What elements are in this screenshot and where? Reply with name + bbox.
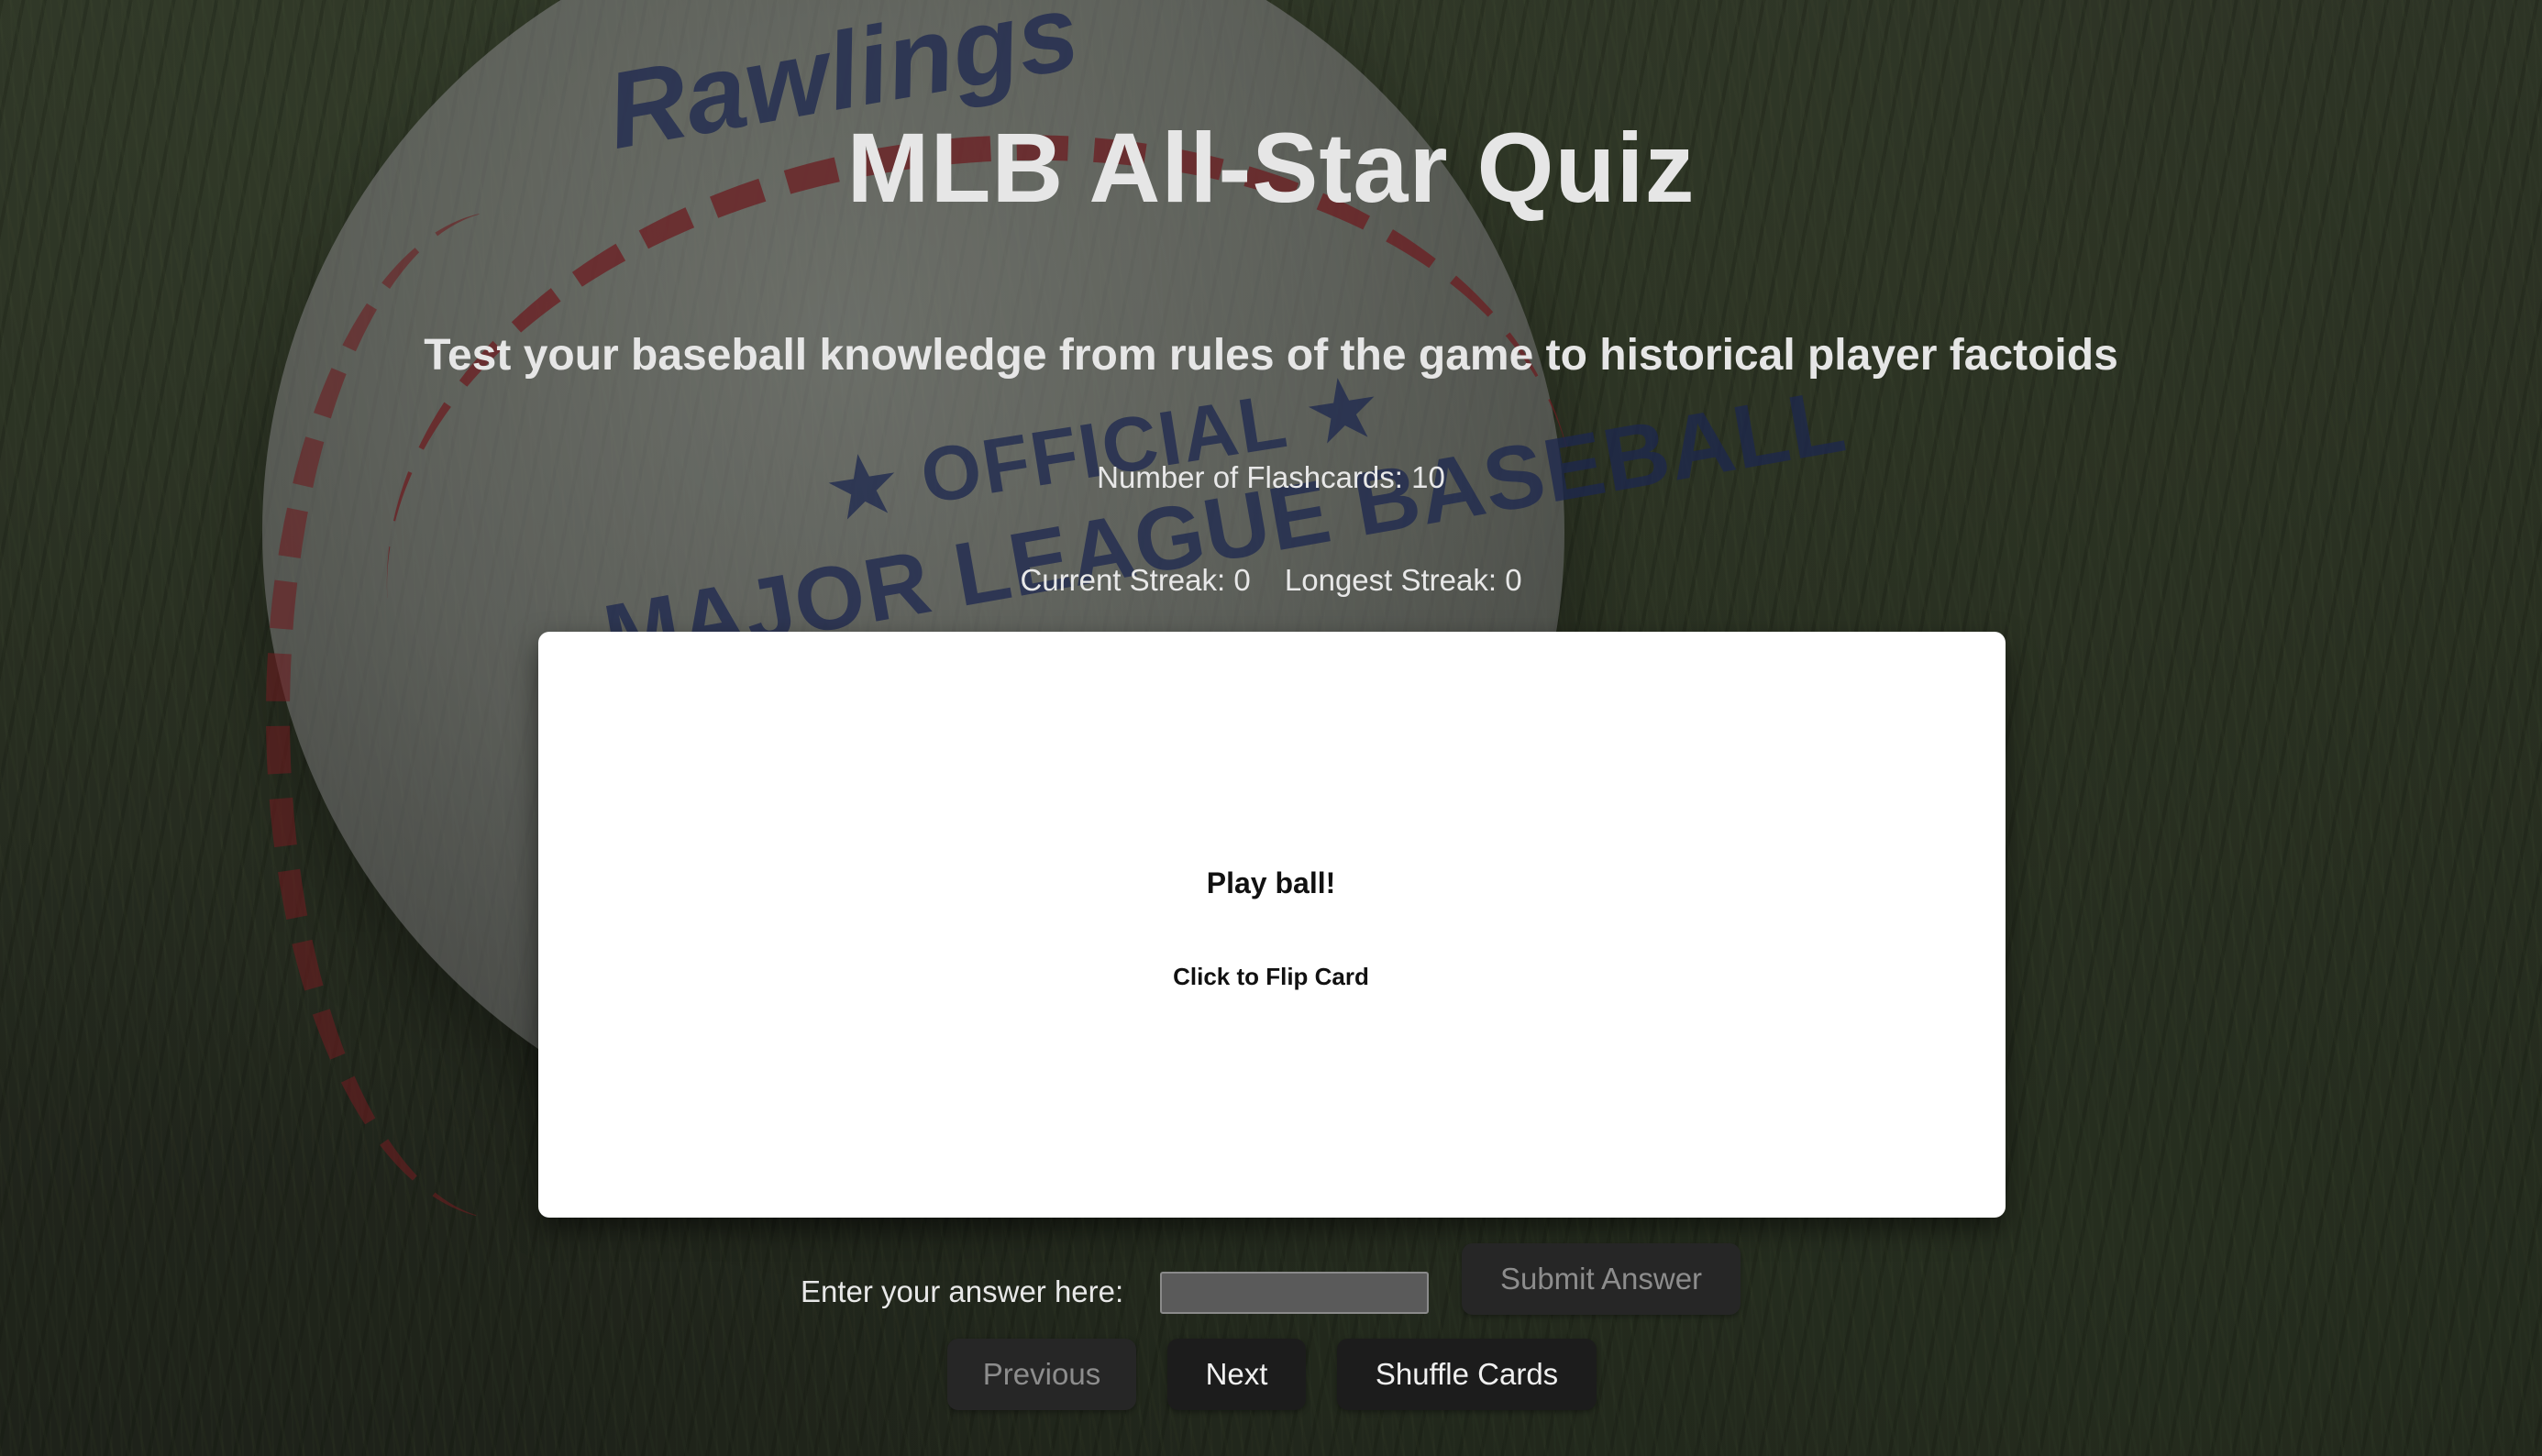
answer-label: Enter your answer here:: [801, 1274, 1124, 1308]
submit-answer-button[interactable]: Submit Answer: [1462, 1243, 1741, 1315]
flashcard-question: Play ball!: [1206, 866, 1336, 899]
flashcard-count: Number of Flashcards: 10: [1097, 460, 1445, 494]
next-button[interactable]: Next: [1167, 1339, 1306, 1410]
flashcard[interactable]: [538, 632, 2006, 1218]
quiz-app: MLB All-Star Quiz Test your baseball kno…: [0, 0, 2542, 1456]
answer-input[interactable]: [1160, 1272, 1429, 1314]
page-subtitle: Test your baseball knowledge from rules …: [424, 331, 2118, 380]
shuffle-cards-button[interactable]: Shuffle Cards: [1337, 1339, 1597, 1410]
current-streak: Current Streak: 0: [1020, 563, 1251, 597]
flip-card-hint: Click to Flip Card: [1173, 963, 1369, 990]
page-title: MLB All-Star Quiz: [846, 112, 1696, 223]
longest-streak: Longest Streak: 0: [1284, 563, 1522, 597]
previous-button[interactable]: Previous: [947, 1339, 1136, 1410]
streak-stats: Current Streak: 0 Longest Streak: 0: [0, 563, 2542, 598]
